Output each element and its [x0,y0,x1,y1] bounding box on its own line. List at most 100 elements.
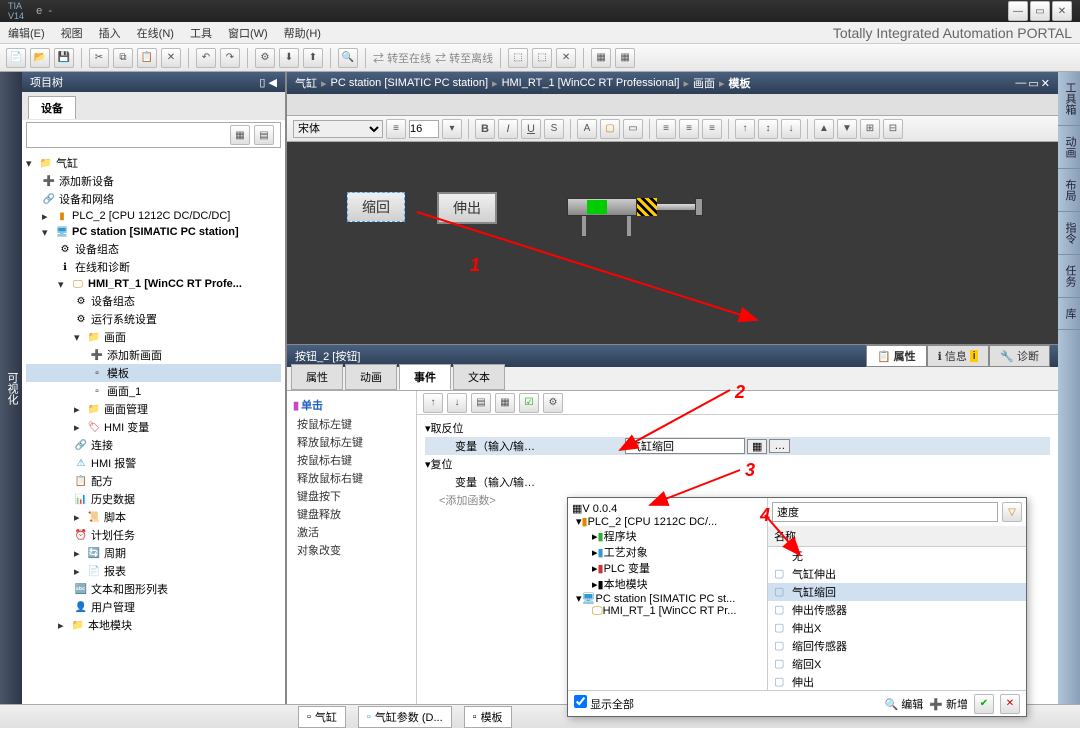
func-invert-bit[interactable]: 取反位 [431,420,601,436]
hmi-cylinder-graphic[interactable] [567,190,707,240]
tool-d-icon[interactable]: ▦ [591,48,611,68]
func-var-input[interactable] [625,438,745,454]
rtab-lib[interactable]: 库 [1058,298,1080,330]
menu-online[interactable]: 在线(N) [137,25,174,41]
menu-insert[interactable]: 插入 [99,25,121,41]
menu-edit[interactable]: 编辑(E) [8,25,45,41]
tag-retract[interactable]: ▢气缸缩回 [768,583,1026,601]
valign-t-icon[interactable]: ↑ [735,119,755,139]
tab-properties[interactable]: 属性 [291,364,343,390]
tag-ext-sensor[interactable]: ▢伸出传感器 [768,601,1026,619]
upload-icon[interactable]: ⬆ [303,48,323,68]
event-press-left[interactable]: 按鼠标左键 [293,415,410,433]
maximize-button[interactable]: ▭ [1030,1,1050,21]
tree-collapse-icon[interactable]: ▯ [259,77,265,89]
event-obj-change[interactable]: 对象改变 [293,541,410,559]
paste-icon[interactable]: 📋 [137,48,157,68]
event-press-right[interactable]: 按鼠标右键 [293,451,410,469]
bc-1[interactable]: 气缸 [295,75,317,91]
side-tab-info[interactable]: ℹ信息 i [927,345,990,367]
event-click[interactable]: ▮单击 [293,397,410,413]
align-c-icon[interactable]: ≡ [679,119,699,139]
func-t1-icon[interactable]: ▤ [471,393,491,413]
menu-view[interactable]: 视图 [61,25,83,41]
status-tab-1[interactable]: ▫气缸 [298,706,346,728]
menu-window[interactable]: 窗口(W) [228,25,268,41]
func-t3-icon[interactable]: ☑ [519,393,539,413]
order-back-icon[interactable]: ▼ [837,119,857,139]
group-icon[interactable]: ⊞ [860,119,880,139]
minimize-button[interactable]: — [1008,1,1028,21]
popup-tag-list[interactable]: 无 ▢气缸伸出 ▢气缸缩回 ▢伸出传感器 ▢伸出X ▢缩回传感器 ▢缩回X ▢伸… [768,547,1026,690]
underline-icon[interactable]: U [521,119,541,139]
menu-tools[interactable]: 工具 [190,25,212,41]
tag-ext2[interactable]: ▢伸出 [768,673,1026,690]
tool-b-icon[interactable]: ⬚ [532,48,552,68]
hmi-button-extend[interactable]: 伸出 [437,192,497,224]
popup-ok-icon[interactable]: ✔ [974,694,994,714]
status-tab-2[interactable]: ▫气缸参数 (D... [358,706,452,728]
search-icon[interactable]: 🔍 [338,48,358,68]
editor-max-icon[interactable]: ▭ [1028,77,1038,90]
side-tab-properties[interactable]: 📋属性 [866,345,927,367]
go-offline-button[interactable]: ⇄ 转至离线 [435,50,493,66]
delete-icon[interactable]: ✕ [161,48,181,68]
new-icon[interactable]: 📄 [6,48,26,68]
tree-tool2-icon[interactable]: ▤ [254,125,274,145]
rtab-anim[interactable]: 动画 [1058,126,1080,169]
show-all-checkbox[interactable]: 显示全部 [574,695,634,712]
editor-close-icon[interactable]: ✕ [1041,77,1050,90]
tool-c-icon[interactable]: ✕ [556,48,576,68]
hmi-button-retract[interactable]: 缩回 [347,192,405,222]
filter-icon[interactable]: ▽ [1002,502,1022,522]
status-tab-3[interactable]: ▫模板 [464,706,512,728]
menu-help[interactable]: 帮助(H) [284,25,321,41]
popup-col-name[interactable]: 名称 [768,526,1026,547]
event-key-up[interactable]: 键盘释放 [293,505,410,523]
tag-none[interactable]: 无 [768,547,1026,565]
compile-icon[interactable]: ⚙ [255,48,275,68]
func-up-icon[interactable]: ↑ [423,393,443,413]
devices-tab[interactable]: 设备 [28,96,76,119]
bc-4[interactable]: 画面 [693,75,715,91]
tool-e-icon[interactable]: ▦ [615,48,635,68]
valign-b-icon[interactable]: ↓ [781,119,801,139]
popup-tree[interactable]: ▦V 0.0.4 ▾▮PLC_2 [CPU 1212C DC/... ▸▮程序块… [568,498,768,690]
func-down-icon[interactable]: ↓ [447,393,467,413]
popup-cancel-icon[interactable]: ✕ [1000,694,1020,714]
cut-icon[interactable]: ✂ [89,48,109,68]
event-release-left[interactable]: 释放鼠标左键 [293,433,410,451]
undo-icon[interactable]: ↶ [196,48,216,68]
align-r-icon[interactable]: ≡ [702,119,722,139]
tag-retx[interactable]: ▢缩回X [768,655,1026,673]
tree-left-icon[interactable]: ◀ [269,77,277,89]
tab-events[interactable]: 事件 [399,364,451,390]
func-t4-icon[interactable]: ⚙ [543,393,563,413]
close-button[interactable]: ✕ [1052,1,1072,21]
font-size-input[interactable] [409,120,439,138]
tab-animations[interactable]: 动画 [345,364,397,390]
rtab-toolbox[interactable]: 工具箱 [1058,72,1080,126]
popup-edit-button[interactable]: 🔍 编辑 [884,696,923,712]
function-tree[interactable]: ▾取反位 变量（输入/输… ▦ … ▾复位 变量（输入/输… <添加函数> [417,415,1058,704]
event-release-right[interactable]: 释放鼠标右键 [293,469,410,487]
bordercolor-icon[interactable]: ▭ [623,119,643,139]
hmi-canvas[interactable]: 缩回 伸出 [287,142,1058,344]
valign-m-icon[interactable]: ↕ [758,119,778,139]
side-tab-diag[interactable]: 🔧诊断 [989,345,1050,367]
popup-new-button[interactable]: ➕ 新增 [929,696,968,712]
add-function[interactable]: <添加函数> [439,492,496,508]
ungroup-icon[interactable]: ⊟ [883,119,903,139]
open-icon[interactable]: 📂 [30,48,50,68]
tree-tool1-icon[interactable]: ▦ [230,125,250,145]
italic-icon[interactable]: I [498,119,518,139]
tag-extx[interactable]: ▢伸出X [768,619,1026,637]
tab-text[interactable]: 文本 [453,364,505,390]
bc-2[interactable]: PC station [SIMATIC PC station] [331,77,489,89]
rtab-tasks[interactable]: 任务 [1058,255,1080,298]
event-activate[interactable]: 激活 [293,523,410,541]
editor-min-icon[interactable]: — [1015,77,1026,90]
tag-ret-sensor[interactable]: ▢缩回传感器 [768,637,1026,655]
rtab-layout[interactable]: 布局 [1058,169,1080,212]
strike-icon[interactable]: S [544,119,564,139]
